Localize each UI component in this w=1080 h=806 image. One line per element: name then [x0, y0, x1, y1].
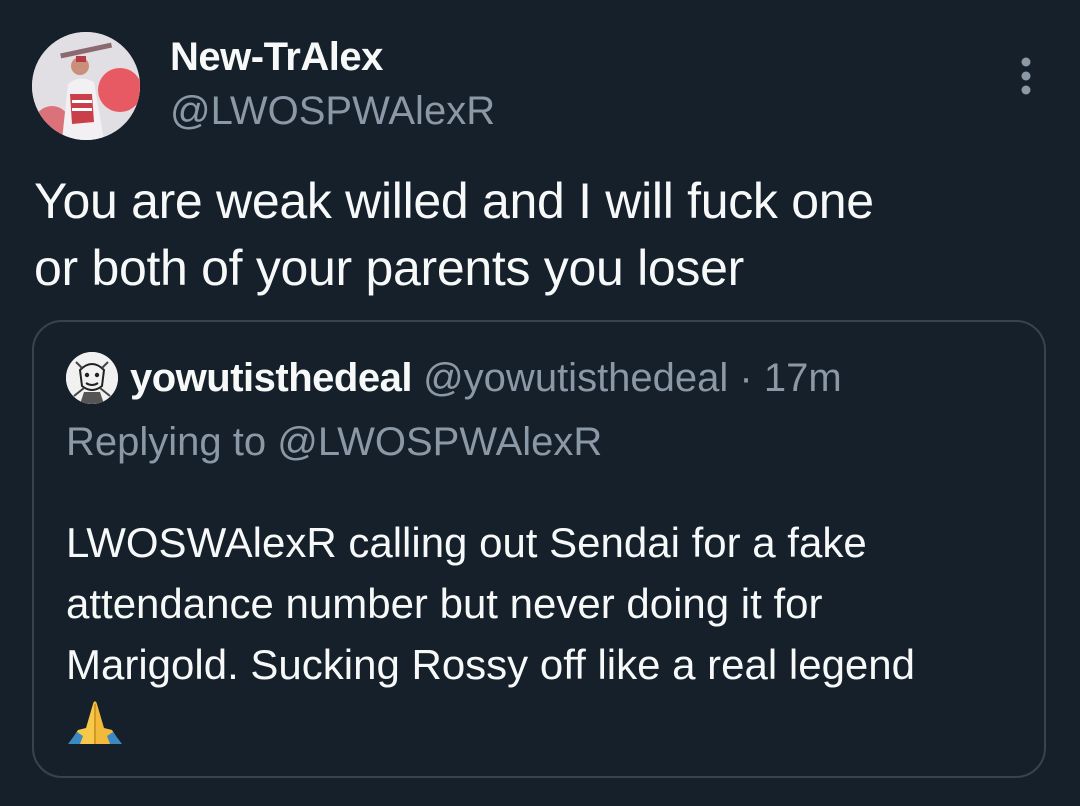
sketch-avatar-icon — [66, 352, 118, 404]
quoted-tweet-body: LWOSWAlexR calling out Sendai for a fake… — [66, 512, 1026, 695]
more-options-button[interactable] — [1004, 52, 1048, 100]
more-vertical-icon — [1021, 57, 1031, 95]
tweet-card: New-TrAlex @LWOSPWAlexR You are weak wil… — [0, 0, 1080, 806]
author-avatar[interactable] — [32, 32, 140, 140]
quoted-tweet[interactable]: yowutisthedeal @yowutisthedeal · 17m Rep… — [32, 320, 1046, 778]
tweet-text-line: You are weak willed and I will fuck one — [34, 173, 874, 229]
quoted-timestamp[interactable]: 17m — [764, 356, 842, 400]
author-display-name[interactable]: New-TrAlex — [170, 32, 383, 82]
author-handle[interactable]: @LWOSPWAlexR — [170, 86, 495, 136]
quoted-text-line: Marigold. Sucking Rossy off like a real … — [66, 641, 916, 688]
profile-photo-avatar-icon — [32, 32, 140, 140]
quoted-display-name[interactable]: yowutisthedeal — [130, 356, 412, 400]
tweet-text-line: or both of your parents you loser — [34, 240, 744, 296]
tweet-body: You are weak willed and I will fuck one … — [34, 168, 1044, 302]
dot-separator: · — [739, 356, 753, 400]
quoted-handle[interactable]: @yowutisthedeal — [423, 356, 728, 400]
quoted-author-avatar[interactable] — [66, 352, 118, 404]
quoted-text-line: attendance number but never doing it for — [66, 580, 823, 627]
folded-hands-emoji-icon — [68, 701, 122, 744]
quoted-text-line: LWOSWAlexR calling out Sendai for a fake — [66, 519, 867, 566]
replying-to-label: Replying to @LWOSPWAlexR — [66, 420, 603, 464]
quoted-tweet-header: yowutisthedeal @yowutisthedeal · 17m — [130, 352, 842, 404]
